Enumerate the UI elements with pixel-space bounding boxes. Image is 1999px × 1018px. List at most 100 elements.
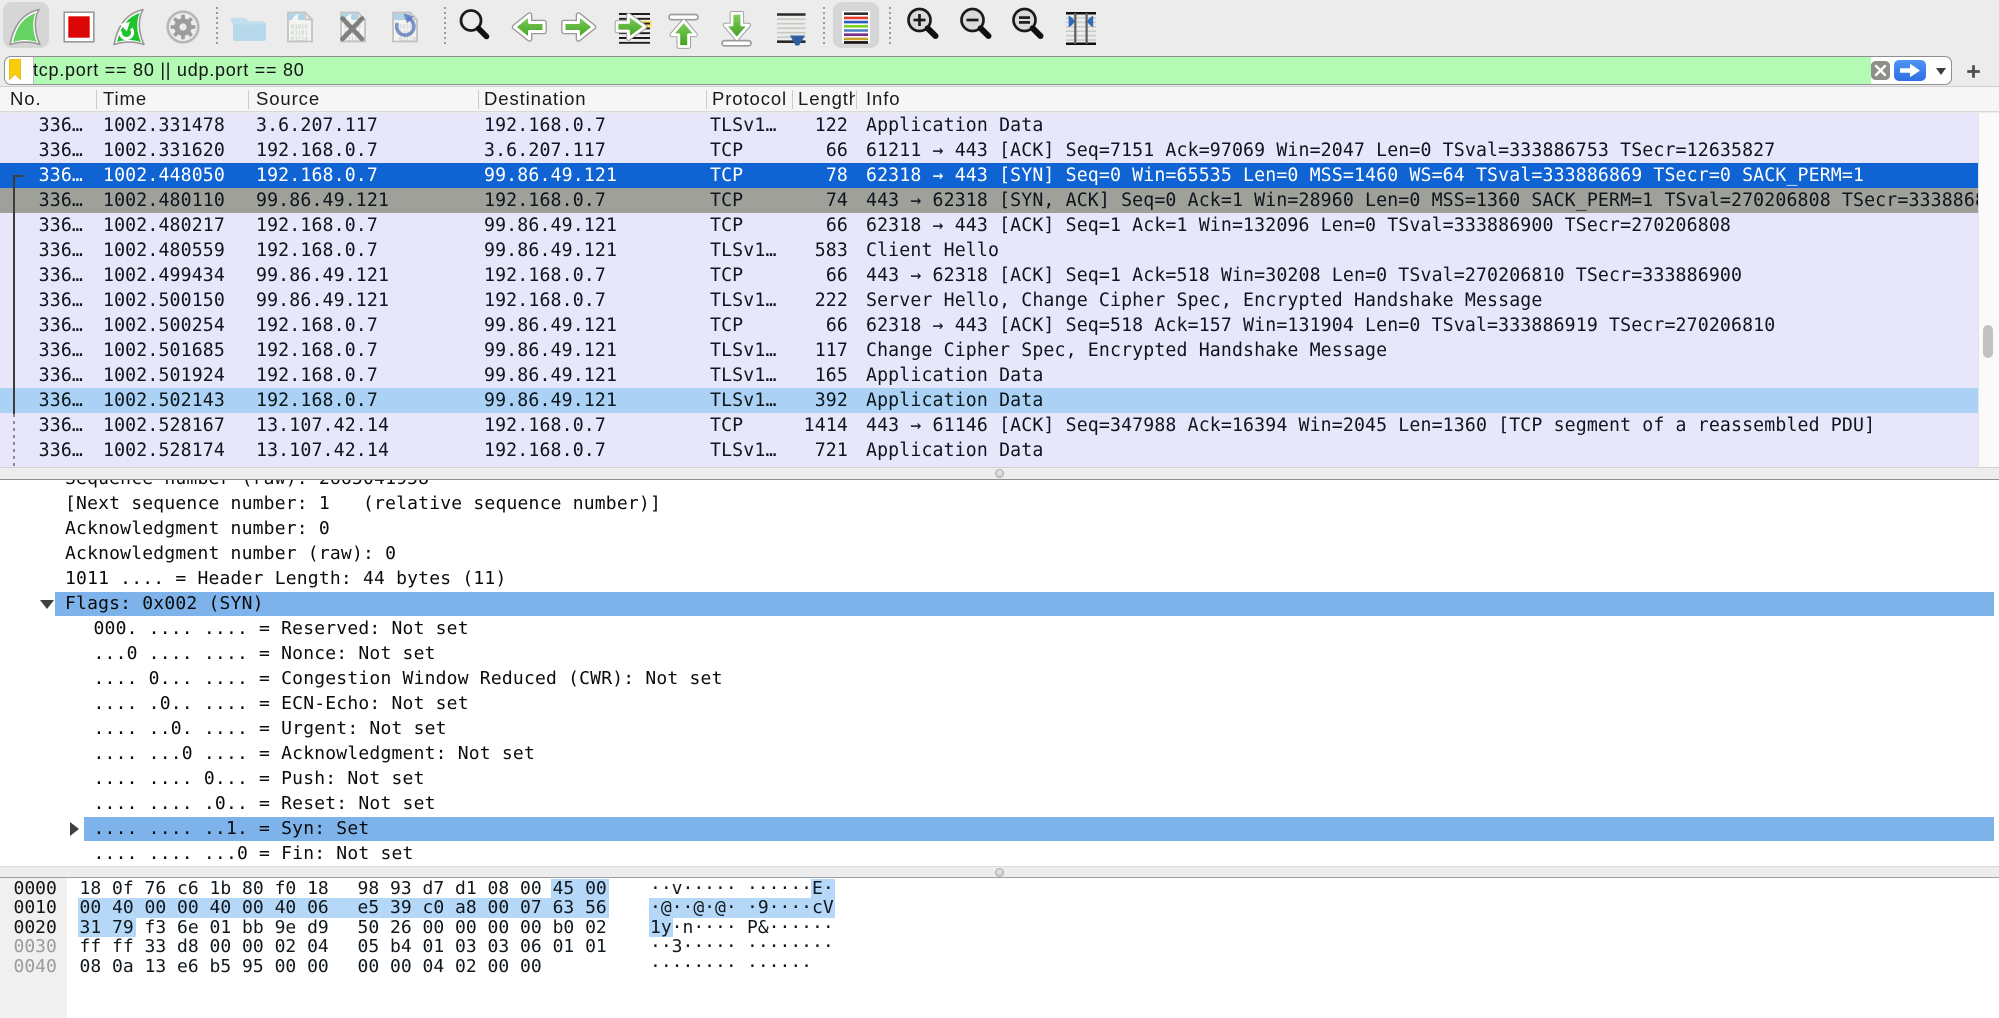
packet-cell-source: 13.107.42.14 xyxy=(256,438,389,463)
reload-file-button[interactable]: 1010110101110 xyxy=(383,5,427,49)
detail-row[interactable]: 000. .... .... = Reserved: Not set xyxy=(0,616,1999,641)
find-packet-button[interactable] xyxy=(454,5,498,49)
restart-capture-button[interactable] xyxy=(108,5,152,49)
detail-row-text: .... .... 0... = Push: Not set xyxy=(94,766,425,791)
column-header-time[interactable]: Time xyxy=(103,87,147,111)
column-header-destination[interactable]: Destination xyxy=(484,87,586,111)
column-header-no[interactable]: No. xyxy=(10,87,42,111)
column-header-info[interactable]: Info xyxy=(866,87,900,111)
detail-row[interactable]: Acknowledgment number: 0 xyxy=(0,516,1999,541)
pane-splitter[interactable] xyxy=(0,467,1999,480)
packet-list: 336…1002.3314783.6.207.117192.168.0.7TLS… xyxy=(0,113,1999,467)
detail-row[interactable]: .... 0... .... = Congestion Window Reduc… xyxy=(0,666,1999,691)
packet-cell-destination: 99.86.49.121 xyxy=(484,363,617,388)
packet-cell-time: 1002.502143 xyxy=(103,388,225,413)
hex-row[interactable]: 001000 40 00 00 40 00 40 06e5 39 c0 a8 0… xyxy=(0,898,1999,918)
apply-filter-button[interactable] xyxy=(1894,60,1926,81)
expand-arrow-icon[interactable] xyxy=(40,600,54,609)
filter-dropdown-caret[interactable] xyxy=(1936,68,1946,75)
detail-row[interactable]: Acknowledgment number (raw): 0 xyxy=(0,541,1999,566)
go-last-packet-button[interactable] xyxy=(715,5,759,49)
hex-bytes: 00 40 00 00 40 00 40 06 xyxy=(80,898,329,918)
filter-valid-background xyxy=(33,57,1871,84)
display-filter-input[interactable]: tcp.port == 80 || udp.port == 80 xyxy=(33,56,305,85)
column-separator xyxy=(706,90,707,109)
clear-filter-button[interactable] xyxy=(1871,61,1890,80)
packet-row[interactable]: 336…1002.501924192.168.0.799.86.49.121TL… xyxy=(0,363,1978,388)
detail-row[interactable]: Flags: 0x002 (SYN) xyxy=(0,591,1999,616)
detail-row[interactable]: .... .... .0.. = Reset: Not set xyxy=(0,791,1999,816)
hex-row[interactable]: 002031 79 f3 6e 01 bb 9e d950 26 00 00 0… xyxy=(0,918,1999,938)
packet-row[interactable]: 336…1002.500254192.168.0.799.86.49.121TC… xyxy=(0,313,1978,338)
conversation-bracket xyxy=(13,414,15,467)
detail-row[interactable]: .... .... 0... = Push: Not set xyxy=(0,766,1999,791)
packet-list-scrollbar-thumb[interactable] xyxy=(1983,325,1993,358)
close-file-button[interactable]: 010100110101110 xyxy=(331,5,375,49)
detail-row[interactable]: .... ..0. .... = Urgent: Not set xyxy=(0,716,1999,741)
packet-row[interactable]: 336…1002.448050192.168.0.799.86.49.121TC… xyxy=(0,163,1978,188)
packet-row[interactable]: 336…1002.50015099.86.49.121192.168.0.7TL… xyxy=(0,288,1978,313)
hex-row[interactable]: 000018 0f 76 c6 1b 80 f0 1898 93 d7 d1 0… xyxy=(0,879,1999,899)
collapse-arrow-icon[interactable] xyxy=(70,822,79,836)
zoom-original-button[interactable] xyxy=(1008,5,1052,49)
stop-capture-button[interactable] xyxy=(57,5,101,49)
detail-row[interactable]: Sequence number (raw): 2665041958 xyxy=(0,480,1999,491)
packet-row[interactable]: 336…1002.502143192.168.0.799.86.49.121TL… xyxy=(0,388,1978,413)
folder-icon xyxy=(226,5,270,49)
hex-offset: 0000 xyxy=(14,879,57,899)
arrow-right-icon xyxy=(557,5,601,49)
packet-cell-source: 192.168.0.7 xyxy=(256,213,378,238)
pane-splitter[interactable] xyxy=(0,866,1999,878)
zoom-in-button[interactable] xyxy=(903,5,947,49)
hex-ascii: ··v····· xyxy=(650,879,737,899)
packet-row[interactable]: 336…1002.501685192.168.0.799.86.49.121TL… xyxy=(0,338,1978,363)
column-header-source[interactable]: Source xyxy=(256,87,320,111)
bookmark-icon[interactable] xyxy=(9,59,25,86)
detail-row-text: .... .... ...0 = Fin: Not set xyxy=(94,841,414,866)
detail-row[interactable]: .... .... ...0 = Fin: Not set xyxy=(0,841,1999,866)
auto-scroll-button[interactable] xyxy=(769,5,813,49)
go-forward-button[interactable] xyxy=(557,5,601,49)
packet-row[interactable]: 336…1002.331620192.168.0.73.6.207.117TCP… xyxy=(0,138,1978,163)
detail-row[interactable]: .... .0.. .... = ECN-Echo: Not set xyxy=(0,691,1999,716)
open-file-button[interactable] xyxy=(226,5,270,49)
save-file-button[interactable]: 010100110101110 xyxy=(278,5,322,49)
detail-row[interactable]: 1011 .... = Header Length: 44 bytes (11) xyxy=(0,566,1999,591)
detail-row[interactable]: .... .... ..1. = Syn: Set xyxy=(0,816,1999,841)
packet-cell-destination: 192.168.0.7 xyxy=(484,413,606,438)
column-header-protocol[interactable]: Protocol xyxy=(712,87,787,111)
zoom-in-icon xyxy=(903,5,947,49)
packet-list-scrollbar[interactable] xyxy=(1978,113,1999,467)
packet-row[interactable]: 336…1002.52816713.107.42.14192.168.0.7TC… xyxy=(0,413,1978,438)
start-capture-button[interactable] xyxy=(4,5,48,49)
go-first-packet-button[interactable] xyxy=(662,5,706,49)
packet-cell-destination: 99.86.49.121 xyxy=(484,388,617,413)
detail-row-text: .... 0... .... = Congestion Window Reduc… xyxy=(94,666,723,691)
detail-row[interactable]: [Next sequence number: 1 (relative seque… xyxy=(0,491,1999,516)
detail-row[interactable]: ...0 .... .... = Nonce: Not set xyxy=(0,641,1999,666)
zoom-out-button[interactable] xyxy=(956,5,1000,49)
go-back-button[interactable] xyxy=(507,5,551,49)
packet-row[interactable]: 336…1002.480559192.168.0.799.86.49.121TL… xyxy=(0,238,1978,263)
packet-row[interactable]: 336…1002.49943499.86.49.121192.168.0.7TC… xyxy=(0,263,1978,288)
packet-row[interactable]: 336…1002.52817413.107.42.14192.168.0.7TL… xyxy=(0,438,1978,463)
hex-row[interactable]: 004008 0a 13 e6 b5 95 00 0000 00 04 02 0… xyxy=(0,957,1999,977)
capture-options-button[interactable] xyxy=(161,5,205,49)
add-filter-button[interactable] xyxy=(1966,64,1981,84)
packet-row[interactable]: 336…1002.3314783.6.207.117192.168.0.7TLS… xyxy=(0,113,1978,138)
first-packet-icon xyxy=(662,5,706,49)
hex-row[interactable]: 0030ff ff 33 d8 00 00 02 0405 b4 01 03 0… xyxy=(0,937,1999,957)
colorize-packets-button[interactable] xyxy=(834,5,878,49)
packet-row[interactable]: 336…1002.48011099.86.49.121192.168.0.7TC… xyxy=(0,188,1978,213)
column-separator xyxy=(792,90,793,109)
detail-row-text: 000. .... .... = Reserved: Not set xyxy=(94,616,469,641)
packet-cell-source: 99.86.49.121 xyxy=(256,263,389,288)
column-header-length[interactable]: Length xyxy=(798,87,855,111)
packet-row[interactable]: 336…1002.480217192.168.0.799.86.49.121TC… xyxy=(0,213,1978,238)
packet-cell-source: 99.86.49.121 xyxy=(256,188,389,213)
detail-row-highlight xyxy=(84,817,1995,842)
hex-ascii: 1y·n···· xyxy=(650,918,737,938)
go-to-packet-button[interactable] xyxy=(611,5,655,49)
detail-row[interactable]: .... ...0 .... = Acknowledgment: Not set xyxy=(0,741,1999,766)
resize-columns-button[interactable] xyxy=(1059,5,1103,49)
